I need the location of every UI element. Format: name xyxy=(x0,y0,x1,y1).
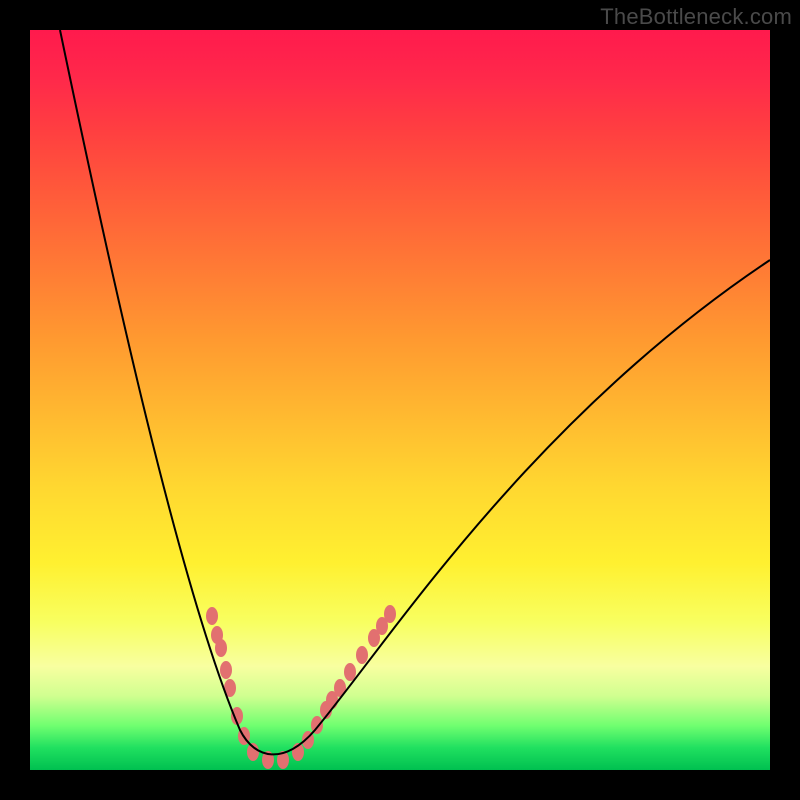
marker-dot xyxy=(344,663,356,681)
marker-dot xyxy=(384,605,396,623)
bottleneck-chart-svg xyxy=(30,30,770,770)
watermark-text: TheBottleneck.com xyxy=(600,4,792,30)
marker-dot xyxy=(356,646,368,664)
marker-dot xyxy=(215,639,227,657)
bottleneck-curve xyxy=(60,30,770,754)
marker-dot xyxy=(206,607,218,625)
chart-area xyxy=(30,30,770,770)
marker-dot xyxy=(220,661,232,679)
marker-dot xyxy=(247,743,259,761)
